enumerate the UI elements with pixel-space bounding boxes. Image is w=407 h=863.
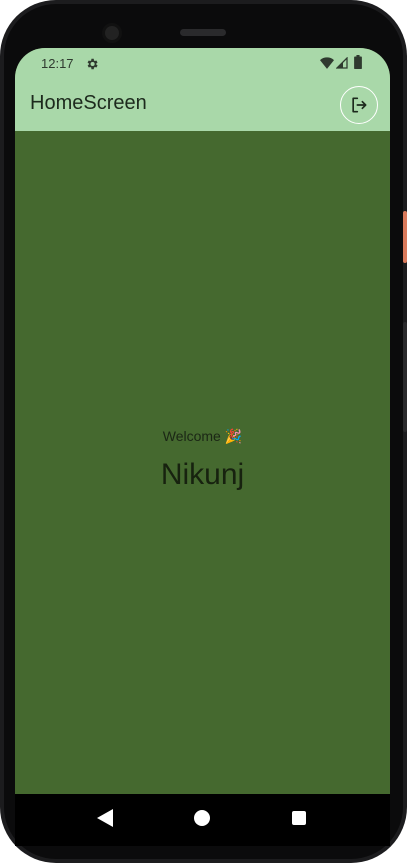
navigation-bar (15, 794, 390, 846)
battery-icon (354, 55, 362, 69)
app-title: HomeScreen (30, 92, 147, 114)
recents-icon[interactable] (292, 811, 306, 825)
user-name: Nikunj (160, 458, 245, 491)
screen: 12:17 HomeScreen Welcome 🎉 Nikunj (15, 48, 390, 846)
main-content: Welcome 🎉 Nikunj (15, 131, 390, 794)
signal-icon (336, 57, 348, 69)
power-button[interactable] (403, 211, 407, 263)
wifi-icon (320, 57, 334, 69)
status-bar: 12:17 (15, 48, 390, 78)
app-bar: HomeScreen (15, 78, 390, 131)
settings-icon (87, 58, 98, 70)
back-icon[interactable] (97, 809, 113, 827)
logout-button[interactable] (340, 86, 378, 124)
logout-icon (352, 97, 367, 113)
device-frame: 12:17 HomeScreen Welcome 🎉 Nikunj (0, 0, 407, 863)
front-camera (102, 23, 122, 43)
status-time: 12:17 (41, 56, 74, 71)
earpiece-speaker (180, 29, 226, 36)
volume-button[interactable] (403, 322, 407, 432)
welcome-text: Welcome (162, 428, 221, 444)
home-icon[interactable] (194, 810, 210, 826)
party-popper-icon: 🎉 (224, 429, 243, 445)
welcome-message: Welcome 🎉 (15, 428, 390, 445)
